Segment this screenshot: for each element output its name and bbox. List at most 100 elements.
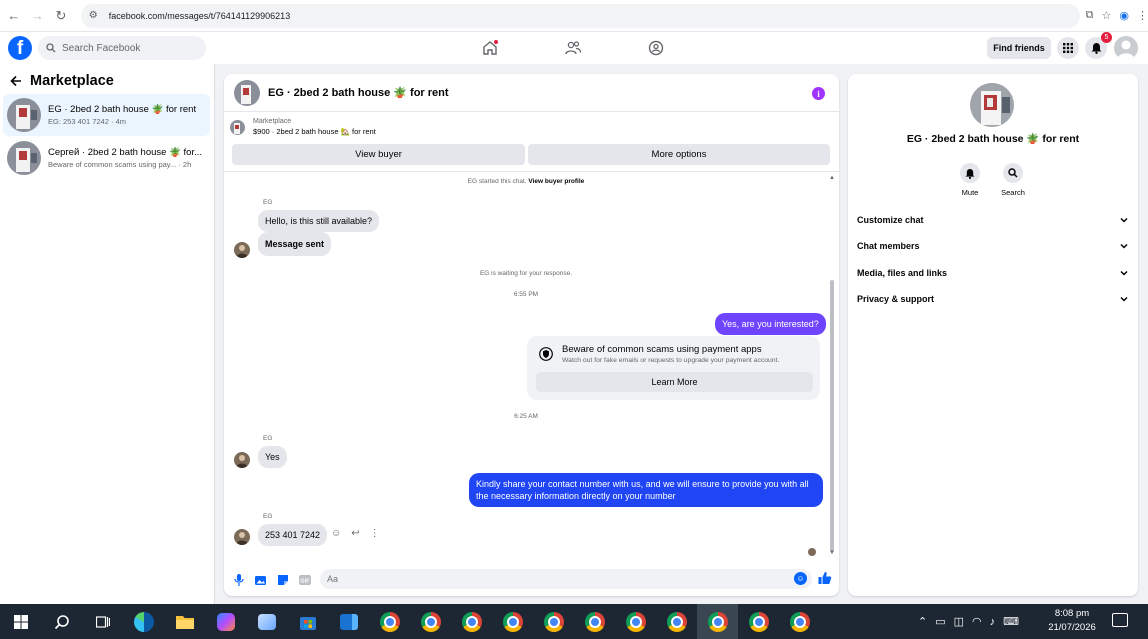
message-bubble-incoming[interactable]: Message sent <box>258 232 332 256</box>
listing-label: Marketplace <box>253 118 292 125</box>
reload-icon[interactable]: ↻ <box>51 6 71 26</box>
chrome-profile-window-icon[interactable] <box>492 604 533 639</box>
emoji-icon[interactable]: ☺ <box>794 572 807 585</box>
conversation-item-eg[interactable]: EG · 2bed 2 bath house 🪴 for rent EG: 25… <box>3 94 210 136</box>
forward-icon[interactable]: → <box>28 6 48 26</box>
info-icon[interactable]: i <box>812 87 825 100</box>
message-bubble-incoming[interactable]: 253 401 7242 <box>258 524 328 546</box>
listing-photo[interactable] <box>970 83 1014 127</box>
scroll-up-arrow-icon[interactable]: ▲ <box>829 175 835 181</box>
listing-summary[interactable]: Marketplace $900 · 2bed 2 bath house 🏡 f… <box>230 118 376 136</box>
chrome-icon[interactable] <box>369 604 410 639</box>
keyboard-icon[interactable]: ⌨ <box>1003 615 1019 628</box>
message-bubble-outgoing[interactable]: Kindly share your contact number with us… <box>469 473 823 507</box>
listing-thumbnail[interactable] <box>234 79 260 106</box>
task-view-icon[interactable] <box>82 604 123 639</box>
browser-toolbar: ← → ↻ ⚙ facebook.com/messages/t/76414112… <box>0 0 1148 32</box>
chrome-profile-window-icon[interactable] <box>656 604 697 639</box>
search-label: Search <box>1001 188 1025 197</box>
section-label: Media, files and links <box>857 268 948 278</box>
chat-title[interactable]: EG · 2bed 2 bath house 🪴 for rent <box>268 86 449 99</box>
chrome-profile-window-icon[interactable] <box>779 604 820 639</box>
marketplace-title: Marketplace <box>30 73 114 89</box>
sender-avatar[interactable] <box>234 242 250 258</box>
chrome-profile-window-icon[interactable] <box>410 604 451 639</box>
edge-browser-icon[interactable] <box>123 604 164 639</box>
notification-center-icon[interactable] <box>1112 613 1128 627</box>
wifi-icon[interactable]: ◠ <box>972 615 982 628</box>
microsoft-store-icon[interactable] <box>287 604 328 639</box>
message-scrollbar[interactable] <box>830 280 834 552</box>
react-emoji-icon[interactable]: ☺ <box>331 528 341 539</box>
photos-app-icon[interactable] <box>246 604 287 639</box>
marketplace-conversation-list: Marketplace EG · 2bed 2 bath house 🪴 for… <box>0 64 215 604</box>
chrome-profile-window-icon[interactable] <box>533 604 574 639</box>
message-bubble-incoming[interactable]: Yes <box>258 446 287 468</box>
taskbar-search-icon[interactable] <box>41 604 82 639</box>
conversation-item-sergei[interactable]: Сергей · 2bed 2 bath house 🪴 for... Bewa… <box>3 137 210 179</box>
sender-avatar[interactable] <box>234 529 250 545</box>
friends-icon[interactable] <box>564 39 584 57</box>
back-arrow-icon[interactable] <box>10 75 22 87</box>
photo-icon[interactable] <box>254 573 268 587</box>
battery-icon[interactable]: ▭ <box>935 615 945 628</box>
back-icon[interactable]: ← <box>4 6 24 26</box>
chrome-profile-window-icon[interactable] <box>738 604 779 639</box>
microphone-icon[interactable] <box>232 573 246 587</box>
mute-action[interactable]: Mute <box>950 163 990 197</box>
customize-chat-section[interactable]: Customize chat <box>857 209 1129 231</box>
message-input[interactable] <box>320 569 812 589</box>
more-options-button[interactable]: More options <box>528 144 830 165</box>
chrome-profile-window-icon[interactable] <box>574 604 615 639</box>
install-app-icon[interactable]: ⧉ <box>1086 9 1094 22</box>
chat-started-notice: EG started this chat. View buyer profile <box>224 178 828 185</box>
message-bubble-outgoing[interactable]: Yes, are you interested? <box>715 313 826 335</box>
windows-start-icon[interactable] <box>0 604 41 639</box>
sticker-icon[interactable] <box>276 573 290 587</box>
show-hidden-icons-chevron-icon[interactable]: ⌃ <box>918 615 927 628</box>
reply-icon[interactable]: ↩ <box>351 528 359 539</box>
facebook-logo[interactable]: f <box>8 36 32 60</box>
site-settings-icon[interactable]: ⚙ <box>89 10 103 21</box>
outlook-icon[interactable] <box>328 604 369 639</box>
home-icon[interactable] <box>481 39 501 57</box>
sender-avatar[interactable] <box>234 452 250 468</box>
chrome-profile-window-icon[interactable] <box>451 604 492 639</box>
svg-text:GIF: GIF <box>300 578 310 584</box>
copilot-icon[interactable] <box>205 604 246 639</box>
search-input[interactable]: Search Facebook <box>38 36 206 60</box>
media-files-links-section[interactable]: Media, files and links <box>857 262 1129 284</box>
chrome-menu-icon[interactable]: ⋮ <box>1137 9 1148 22</box>
search-action[interactable]: Search <box>993 163 1033 197</box>
gif-icon[interactable]: GIF <box>298 573 312 587</box>
learn-more-button[interactable]: Learn More <box>536 372 813 392</box>
groups-icon[interactable] <box>647 39 667 57</box>
thumbs-up-icon[interactable] <box>818 571 832 585</box>
volume-icon[interactable]: ♪ <box>990 616 996 628</box>
menu-grid-icon[interactable] <box>1057 37 1079 59</box>
message-thread[interactable]: EG started this chat. View buyer profile… <box>224 172 828 562</box>
listing-thumbnail <box>230 119 245 135</box>
file-explorer-icon[interactable] <box>164 604 205 639</box>
view-buyer-profile-link[interactable]: View buyer profile <box>528 178 584 185</box>
info-title: EG · 2bed 2 bath house 🪴 for rent <box>906 133 1080 145</box>
meet-now-icon[interactable]: ◫ <box>954 615 964 628</box>
taskbar-clock[interactable]: 8:08 pm 21/07/2026 <box>1043 607 1101 635</box>
search-placeholder: Search Facebook <box>62 42 141 54</box>
sender-name: EG <box>263 199 273 206</box>
chrome-profile-window-icon[interactable] <box>615 604 656 639</box>
chrome-profile-icon[interactable]: ◉ <box>1119 9 1129 22</box>
more-actions-icon[interactable]: ⋮ <box>370 528 380 539</box>
address-bar[interactable]: ⚙ facebook.com/messages/t/76414112990621… <box>80 3 1080 28</box>
scroll-down-arrow-icon[interactable]: ▼ <box>829 550 835 556</box>
privacy-support-section[interactable]: Privacy & support <box>857 288 1129 310</box>
scam-warning-card: Beware of common scams using payment app… <box>527 336 820 400</box>
view-buyer-button[interactable]: View buyer <box>232 144 525 165</box>
clock-date: 21/07/2026 <box>1048 622 1096 633</box>
message-bubble-incoming[interactable]: Hello, is this still available? <box>258 210 380 232</box>
find-friends-button[interactable]: Find friends <box>987 37 1051 59</box>
bookmark-star-icon[interactable]: ☆ <box>1102 9 1112 22</box>
chrome-profile-window-icon[interactable] <box>697 604 738 639</box>
profile-avatar[interactable] <box>1114 36 1138 60</box>
chat-members-section[interactable]: Chat members <box>857 235 1129 257</box>
